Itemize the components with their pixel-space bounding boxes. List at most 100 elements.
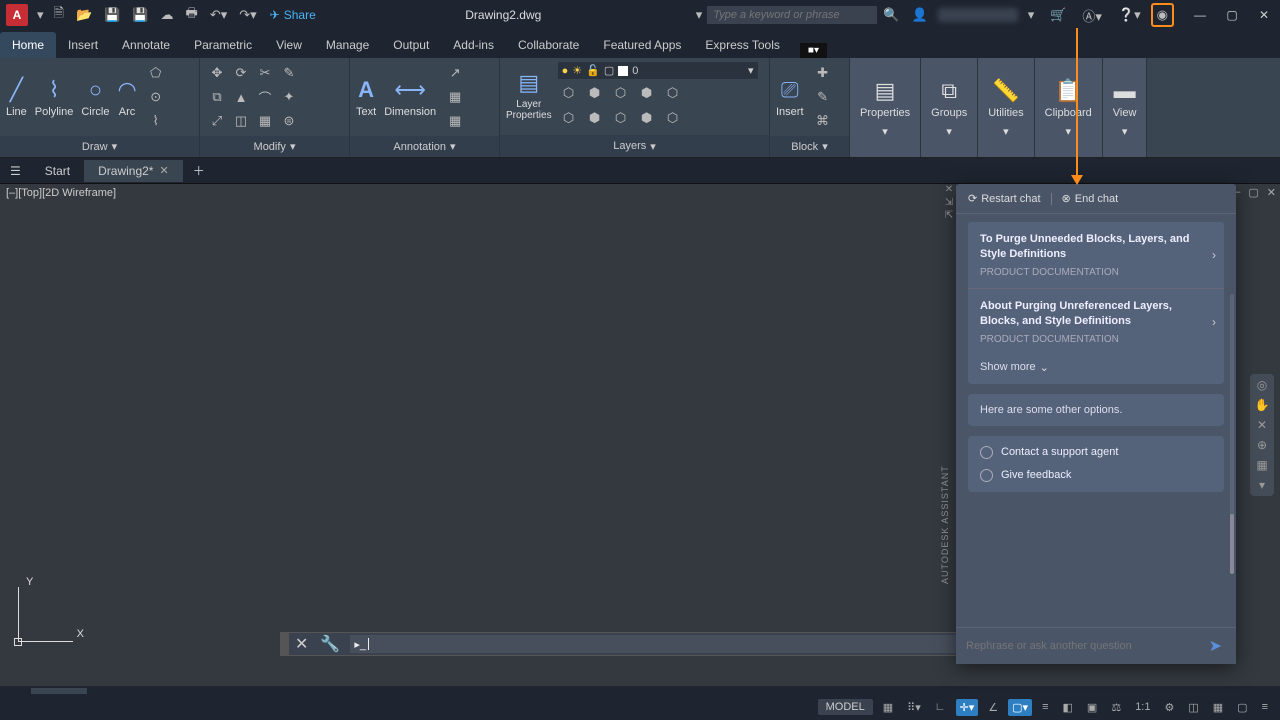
draw-more-3-icon[interactable]: ⌇ — [145, 110, 167, 132]
leader-icon[interactable]: ↗ — [444, 62, 466, 84]
tool-circle[interactable]: ○Circle — [81, 77, 109, 118]
undo-icon[interactable]: ↶▾ — [205, 4, 232, 26]
annot-more-icon[interactable]: ▦ — [444, 110, 466, 132]
lineweight-icon[interactable]: ≡ — [1038, 699, 1052, 715]
result-item[interactable]: To Purge Unneeded Blocks, Layers, and St… — [968, 222, 1224, 289]
ribbon-visibility-icon[interactable]: ■▾ — [800, 43, 827, 58]
rotate-icon[interactable]: ⟳ — [230, 62, 252, 84]
osnap-icon[interactable]: ▢▾ — [1008, 699, 1032, 716]
panel-view[interactable]: ▬View▾ — [1103, 58, 1148, 157]
help-icon[interactable]: ❔▾ — [1112, 4, 1147, 26]
move-icon[interactable]: ✥ — [206, 62, 228, 84]
saveas-icon[interactable]: 💾 — [127, 4, 153, 26]
clean-screen-icon[interactable]: ▢ — [1233, 699, 1251, 716]
filetab-close-icon[interactable]: ✕ — [159, 164, 168, 177]
filetab-start[interactable]: Start — [31, 160, 84, 182]
account-dropdown-icon[interactable]: ▾ — [1022, 4, 1041, 26]
block-attr-icon[interactable]: ⌘ — [812, 110, 834, 132]
modelspace-badge[interactable]: MODEL — [818, 699, 873, 715]
ortho-icon[interactable]: ∟ — [931, 699, 950, 715]
palette-close-icon[interactable]: ✕ — [942, 184, 956, 195]
tab-manage[interactable]: Manage — [314, 32, 381, 58]
showmotion-icon[interactable]: ▦ — [1256, 458, 1267, 472]
panel-groups[interactable]: ⧉Groups▾ — [921, 58, 978, 157]
transparency-icon[interactable]: ◧ — [1059, 699, 1077, 716]
cart-icon[interactable]: 🛒 — [1044, 4, 1072, 26]
end-chat-button[interactable]: ⊗ End chat — [1062, 192, 1119, 205]
tool-dimension[interactable]: ⟷Dimension — [384, 77, 436, 118]
panel-clipboard[interactable]: 📋Clipboard▾ — [1035, 58, 1103, 157]
palette-pin-icon[interactable]: ⇲ — [942, 197, 956, 208]
panel-draw-title[interactable]: Draw▾ — [0, 136, 199, 157]
offset-icon[interactable]: ⊜ — [278, 110, 300, 132]
option-contact-support[interactable]: Contact a support agent — [980, 446, 1212, 459]
share-button[interactable]: ✈ Share — [270, 8, 316, 22]
zoom-extents-icon[interactable]: ✕ — [1257, 418, 1267, 432]
polar-icon[interactable]: ✛▾ — [956, 699, 979, 716]
layer-state-3-icon[interactable]: ⬡ — [610, 82, 632, 104]
grid-display-icon[interactable]: ▦ — [879, 699, 897, 716]
tab-express-tools[interactable]: Express Tools — [693, 32, 791, 58]
save-icon[interactable]: 💾 — [99, 4, 125, 26]
layer-state-4-icon[interactable]: ⬢ — [636, 82, 658, 104]
tab-parametric[interactable]: Parametric — [182, 32, 264, 58]
fillet-icon[interactable]: ⌒ — [254, 86, 276, 108]
panel-utilities[interactable]: 📏Utilities▾ — [978, 58, 1034, 157]
layer-tool-4-icon[interactable]: ⬢ — [636, 107, 658, 129]
cmdline-handle-icon[interactable] — [281, 633, 289, 655]
assistant-maximize-icon[interactable]: ▢ — [1246, 184, 1260, 201]
assistant-close-icon[interactable]: ✕ — [1265, 184, 1278, 201]
app-icon[interactable]: A — [6, 4, 28, 26]
compass-icon[interactable]: ◎ — [1257, 378, 1267, 392]
account-icon[interactable]: 👤 — [906, 4, 934, 26]
hardware-accel-icon[interactable]: ▦ — [1209, 699, 1227, 716]
command-line[interactable]: ✕ 🔧 ▸_ — [280, 632, 1000, 656]
cmdline-close-icon[interactable]: ✕ — [289, 634, 314, 654]
tool-insert-block[interactable]: ⎚Insert — [776, 77, 804, 118]
gear-icon[interactable]: ⚙ — [1160, 699, 1178, 716]
tool-polyline[interactable]: ⌇Polyline — [35, 77, 74, 118]
layer-tool-1-icon[interactable]: ⬡ — [558, 107, 580, 129]
redo-icon[interactable]: ↷▾ — [234, 4, 261, 26]
search-input[interactable] — [707, 6, 877, 24]
assistant-input[interactable] — [966, 640, 1205, 652]
panel-layers-title[interactable]: Layers▾ — [500, 135, 769, 157]
draw-more-2-icon[interactable]: ⊙ — [145, 86, 167, 108]
pan-icon[interactable]: ✋ — [1255, 398, 1270, 412]
close-icon[interactable]: ✕ — [1248, 0, 1280, 30]
isodraft-icon[interactable]: ∠ — [984, 699, 1002, 716]
trim-icon[interactable]: ✂ — [254, 62, 276, 84]
assistant-scrollbar[interactable] — [1230, 294, 1234, 574]
app-store-icon[interactable]: Ⓐ▾ — [1076, 3, 1108, 28]
erase-icon[interactable]: ✎ — [278, 62, 300, 84]
panel-block-title[interactable]: Block▾ — [770, 136, 849, 157]
app-menu-dropdown-icon[interactable]: ▾ — [32, 4, 49, 26]
new-icon[interactable]: 🗎 — [49, 1, 69, 29]
search-icon[interactable]: 🔍 — [877, 4, 905, 26]
isolate-icon[interactable]: ◫ — [1184, 699, 1202, 716]
plot-icon[interactable]: 🖶 — [181, 1, 203, 29]
minimize-icon[interactable]: — — [1184, 0, 1216, 30]
maximize-icon[interactable]: ▢ — [1216, 0, 1248, 30]
new-tab-icon[interactable]: ＋ — [183, 158, 215, 183]
customize-status-icon[interactable]: ≡ — [1258, 699, 1272, 715]
send-icon[interactable]: ➤ — [1205, 636, 1226, 656]
tool-line[interactable]: ╱Line — [6, 77, 27, 118]
restart-chat-button[interactable]: ⟳ Restart chat — [968, 192, 1041, 205]
tab-annotate[interactable]: Annotate — [110, 32, 182, 58]
nav-bar-expand-icon[interactable]: ▾ — [1259, 478, 1265, 492]
command-input[interactable]: ▸_ — [350, 635, 995, 653]
scrollbar-thumb[interactable] — [1230, 514, 1234, 574]
draw-more-1-icon[interactable]: ⬠ — [145, 62, 167, 84]
palette-dock-icon[interactable]: ⇱ — [942, 210, 956, 221]
copy-icon[interactable]: ⧉ — [206, 86, 228, 108]
layer-tool-2-icon[interactable]: ⬢ — [584, 107, 606, 129]
result-item[interactable]: About Purging Unreferenced Layers, Block… — [968, 289, 1224, 355]
scale-icon[interactable]: ◫ — [230, 110, 252, 132]
array-icon[interactable]: ▦ — [254, 110, 276, 132]
layer-state-2-icon[interactable]: ⬢ — [584, 82, 606, 104]
table-icon[interactable]: ▦ — [444, 86, 466, 108]
layer-tool-5-icon[interactable]: ⬡ — [662, 107, 684, 129]
option-give-feedback[interactable]: Give feedback — [980, 469, 1212, 482]
open-icon[interactable]: 📂 — [71, 4, 97, 26]
